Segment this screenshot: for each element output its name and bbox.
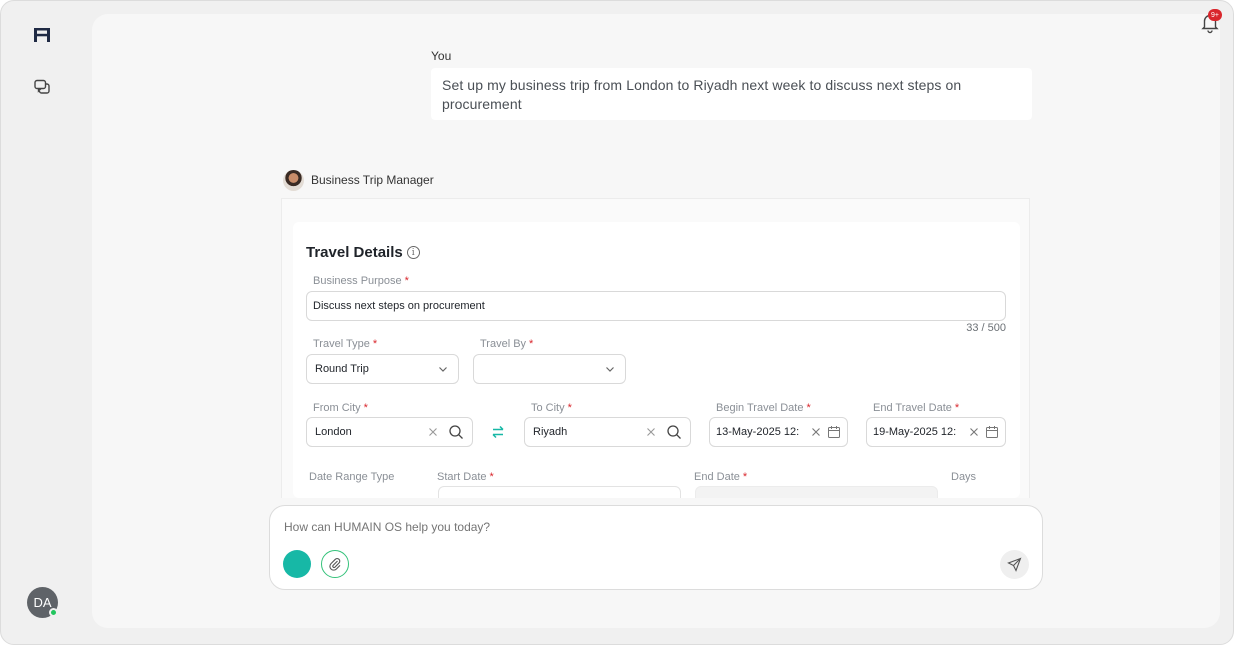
required-mark: * [529, 338, 534, 350]
label-text: Travel By [480, 338, 527, 350]
end-travel-date-label: End Travel Date * [873, 402, 959, 414]
from-city-value: London [315, 426, 352, 438]
required-mark: * [489, 471, 494, 483]
label-text: Travel Type [313, 338, 370, 350]
required-mark: * [806, 402, 811, 414]
from-city-input[interactable]: London [306, 417, 473, 447]
humain-logo-icon[interactable] [33, 27, 51, 43]
begin-travel-date-label: Begin Travel Date * [716, 402, 811, 414]
send-icon [1007, 557, 1022, 572]
attach-button[interactable] [321, 550, 349, 578]
date-range-row-clipped [293, 484, 1020, 498]
travel-type-label: Travel Type * [313, 338, 377, 350]
required-mark: * [567, 402, 572, 414]
chat-bubbles-icon[interactable] [33, 78, 51, 96]
to-city-value: Riyadh [533, 426, 568, 438]
chat-input[interactable] [284, 520, 984, 534]
to-city-label: To City * [531, 402, 572, 414]
label-text: Begin Travel Date [716, 402, 804, 414]
clear-icon[interactable] [967, 425, 981, 439]
swap-cities-icon[interactable] [490, 424, 506, 440]
user-avatar[interactable]: DA [27, 587, 58, 618]
business-purpose-label: Business Purpose * [313, 275, 409, 287]
agent-avatar [283, 169, 304, 191]
begin-travel-date-value: 13-May-2025 12: [716, 426, 800, 438]
required-mark: * [954, 402, 960, 414]
user-initials: DA [33, 595, 52, 610]
agent-header: Business Trip Manager [283, 169, 434, 191]
user-message: Set up my business trip from London to R… [431, 68, 1032, 120]
end-travel-date-input[interactable]: 19-May-2025 12: [866, 417, 1006, 447]
label-text: From City [313, 402, 361, 414]
label-text: Start Date [437, 471, 487, 483]
business-purpose-value: Discuss next steps on procurement [313, 300, 485, 312]
from-city-label: From City * [313, 402, 368, 414]
days-label: Days [951, 471, 977, 483]
business-purpose-input[interactable]: Discuss next steps on procurement [306, 291, 1006, 321]
label-text: Business Purpose [313, 275, 402, 287]
online-status-dot [49, 608, 58, 617]
character-counter: 33 / 500 [966, 322, 1006, 334]
required-mark: * [363, 402, 368, 414]
user-message-author: You [431, 49, 452, 63]
notifications-button[interactable]: 9+ [1194, 6, 1226, 38]
end-travel-date-value: 19-May-2025 12: [873, 426, 957, 438]
start-date-label: Start Date * [437, 471, 494, 483]
chevron-down-icon [606, 367, 614, 372]
chevron-down-icon [439, 367, 447, 372]
clear-icon[interactable] [426, 425, 440, 439]
sidebar: DA [0, 0, 86, 645]
notification-badge: 9+ [1208, 9, 1222, 21]
paperclip-icon [329, 558, 341, 571]
label-text: End Date [694, 471, 740, 483]
search-icon[interactable] [666, 424, 682, 440]
travel-type-select[interactable]: Round Trip [306, 354, 459, 384]
travel-details-title: Travel Details i [306, 244, 420, 261]
required-mark: * [372, 338, 378, 350]
send-button[interactable] [1000, 550, 1029, 579]
search-icon[interactable] [448, 424, 464, 440]
calendar-icon[interactable] [827, 425, 841, 439]
clear-icon[interactable] [809, 425, 823, 439]
required-mark: * [742, 471, 748, 483]
calendar-icon[interactable] [985, 425, 999, 439]
date-range-type-label: Date Range Type [309, 471, 395, 483]
chat-composer [269, 505, 1043, 590]
label-text: To City [531, 402, 565, 414]
end-date-label: End Date * [694, 471, 747, 483]
agent-name: Business Trip Manager [311, 173, 434, 187]
required-mark: * [404, 275, 409, 287]
begin-travel-date-input[interactable]: 13-May-2025 12: [709, 417, 848, 447]
assistant-mode-button[interactable] [283, 550, 311, 578]
start-date-input[interactable] [438, 486, 681, 498]
to-city-input[interactable]: Riyadh [524, 417, 691, 447]
info-icon[interactable]: i [406, 246, 420, 259]
travel-by-label: Travel By * [480, 338, 533, 350]
travel-by-select[interactable] [473, 354, 626, 384]
card-title-text: Travel Details [306, 244, 403, 261]
label-text: End Travel Date [873, 402, 952, 414]
travel-type-value: Round Trip [315, 363, 369, 375]
end-date-input[interactable] [695, 486, 938, 498]
clear-icon[interactable] [644, 425, 658, 439]
